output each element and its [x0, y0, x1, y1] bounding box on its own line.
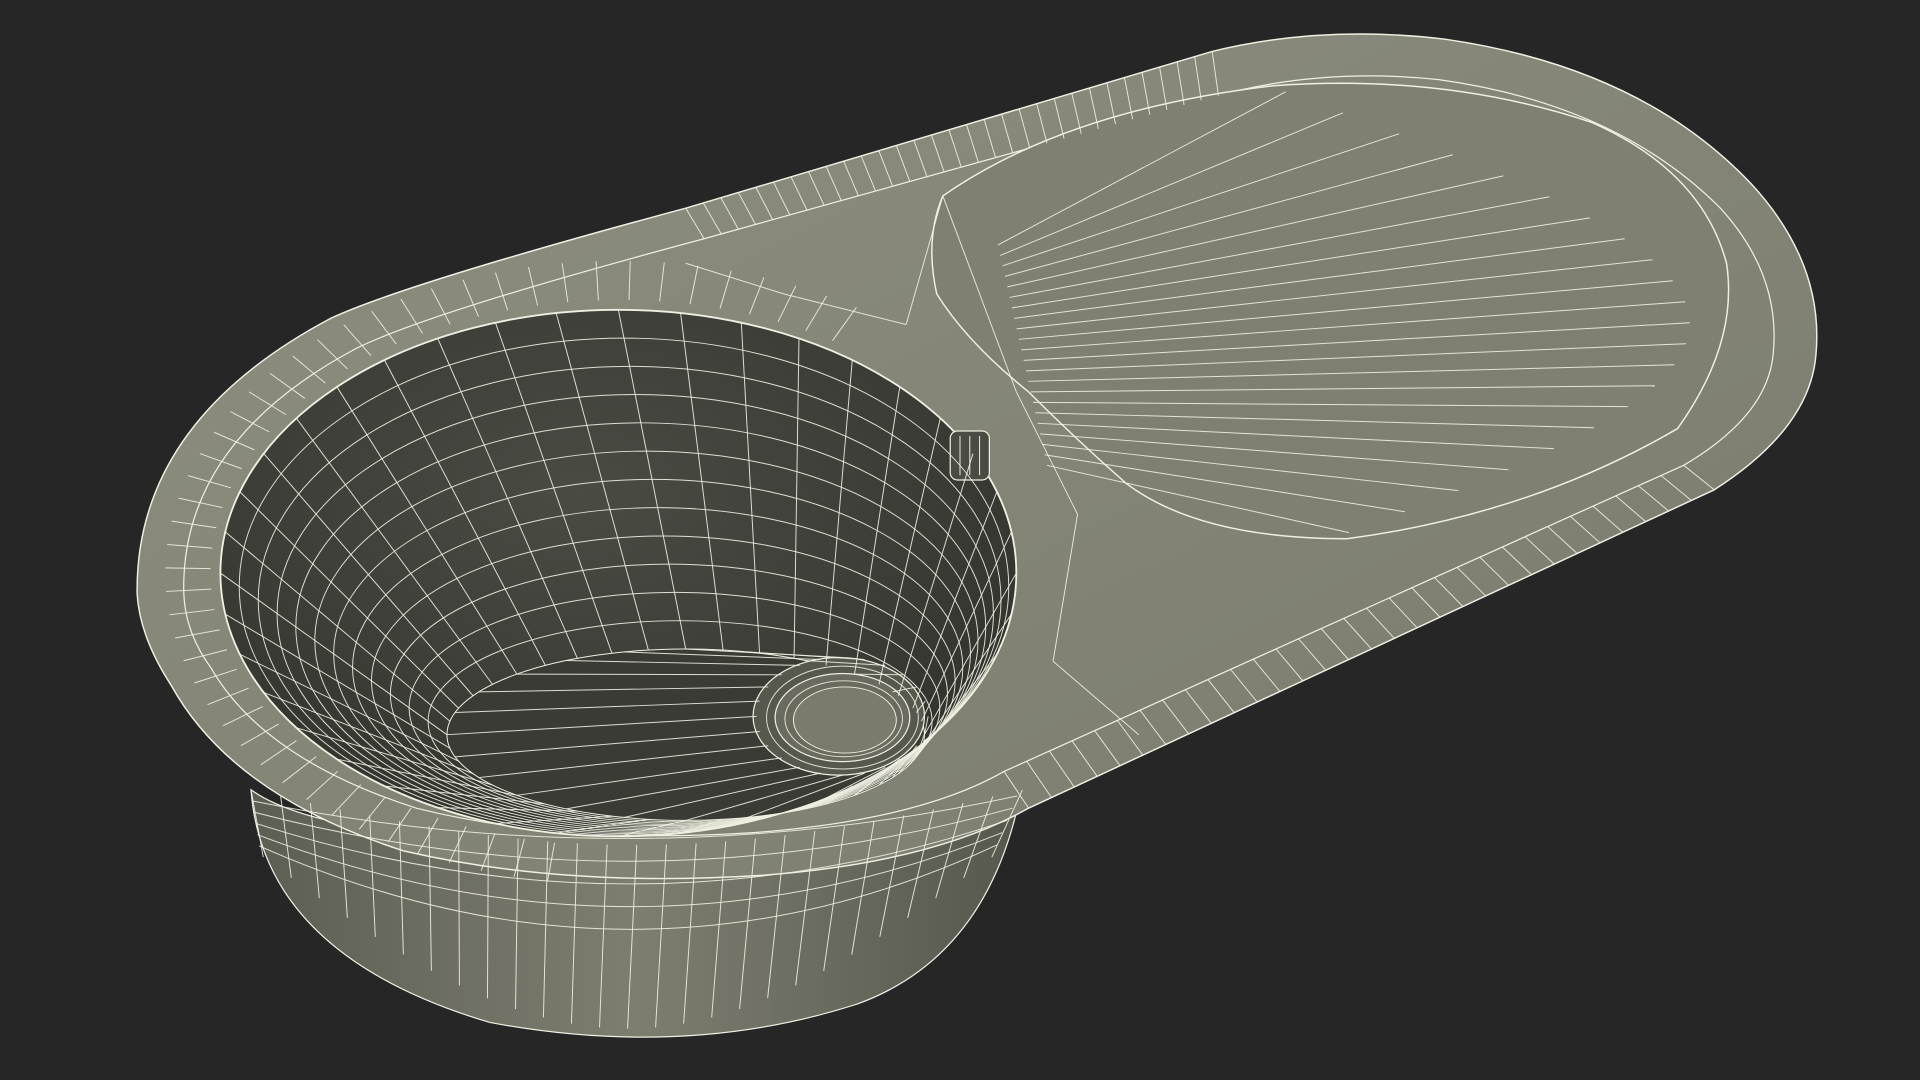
overflow-hole: [949, 430, 990, 481]
sink-wireframe-render: [136, 33, 1818, 1038]
3d-viewport: [0, 0, 1920, 1080]
